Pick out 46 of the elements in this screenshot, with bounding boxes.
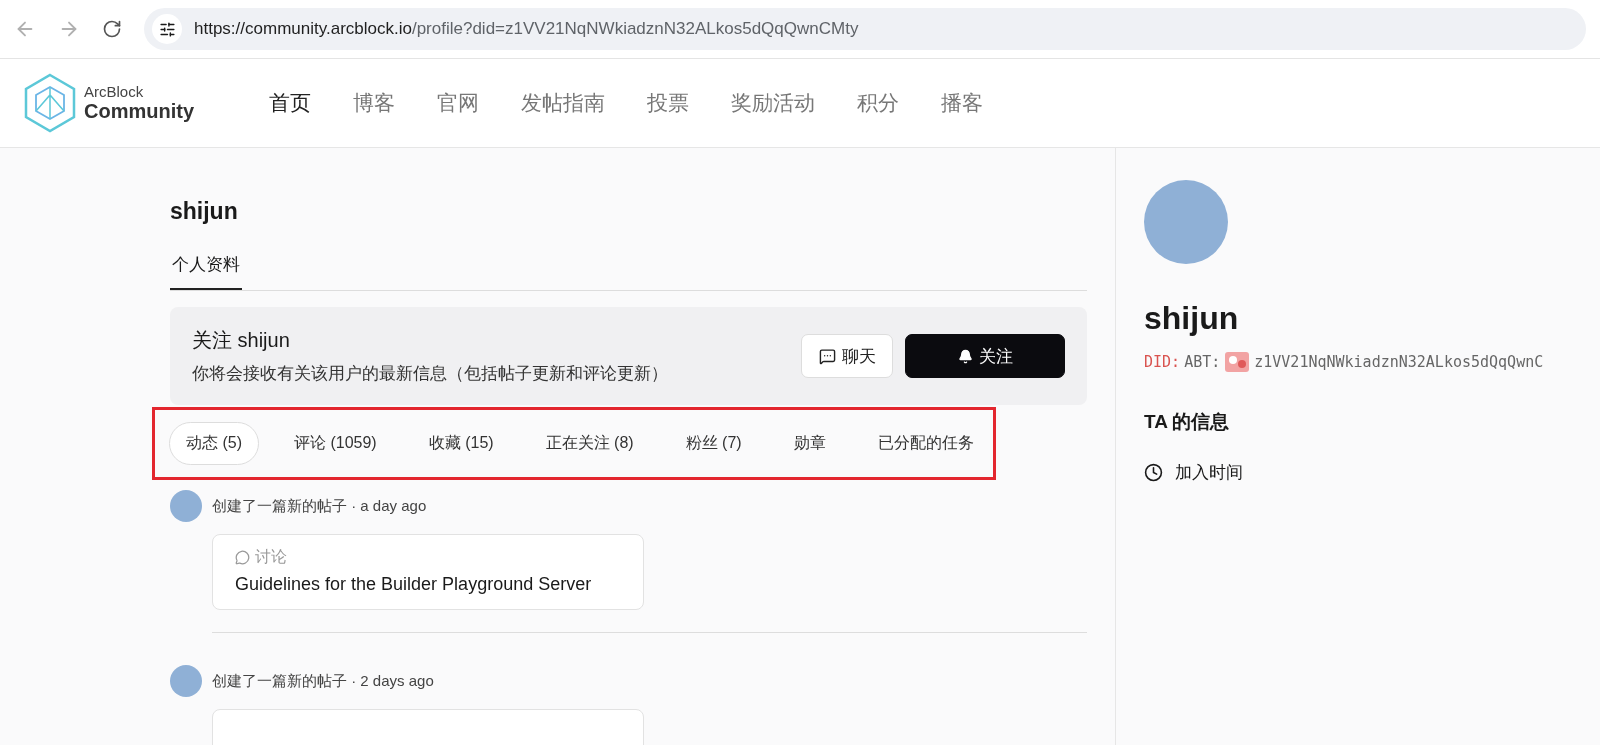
activity-tab[interactable]: 动态 (5) [169, 422, 259, 465]
reload-icon[interactable] [102, 19, 122, 39]
activity-tab[interactable]: 评论 (1059) [277, 422, 394, 465]
did-address: z1VV21NqNWkiadznN32ALkos5dQqQwnC [1254, 353, 1544, 371]
post-card[interactable]: 讨论 Guidelines for the Builder Playground Server [212, 534, 644, 610]
nav-link[interactable]: 积分 [857, 89, 899, 117]
post-title: Guidelines for the Builder Playground Server [235, 574, 593, 595]
post-tag: 讨论 [235, 547, 621, 568]
url-text: https://community.arcblock.io/profile?did=z1VV21NqNWkiadznN32ALkos5dQqQwnCMty [194, 19, 859, 39]
activity-tab[interactable]: 收藏 (15) [411, 422, 511, 465]
info-title: TA 的信息 [1144, 410, 1231, 434]
avatar [170, 490, 202, 522]
logo-text: Community [84, 100, 194, 123]
follow-description: 你将会接收有关该用户的最新信息（包括帖子更新和评论更新） [192, 363, 668, 385]
did-prefix: DID: [1144, 353, 1181, 371]
avatar [170, 665, 202, 697]
nav-link[interactable]: 博客 [353, 89, 395, 117]
address-bar[interactable]: https://community.arcblock.io/profile?did=z1VV21NqNWkiadznN32ALkos5dQqQwnCMty [144, 8, 1586, 50]
comment-icon [235, 550, 250, 565]
follow-title: 关注 shijun [192, 328, 291, 353]
clock-icon [1144, 463, 1163, 482]
logo-text: ArcBlock [84, 83, 145, 101]
activity-tab[interactable]: 粉丝 (7) [668, 422, 759, 465]
nav-link[interactable]: 播客 [941, 89, 983, 117]
follow-button[interactable]: 关注 [905, 334, 1065, 378]
site-settings-icon[interactable] [152, 14, 182, 44]
profile-tab[interactable]: 个人资料 [170, 247, 242, 290]
nav-link[interactable]: 奖励活动 [731, 89, 815, 117]
activity-text: 创建了一篇新的帖子 · 2 days ago [212, 671, 434, 691]
activity-text: 创建了一篇新的帖子 · a day ago [212, 496, 427, 516]
profile-name: shijun [170, 198, 239, 225]
nav-link[interactable]: 投票 [647, 89, 689, 117]
nav-link[interactable]: 官网 [437, 89, 479, 117]
did-method: ABT: [1184, 353, 1221, 371]
bell-icon [957, 348, 973, 364]
chat-icon [818, 347, 836, 365]
info-label: 加入时间 [1175, 462, 1243, 484]
activity-tab[interactable]: 正在关注 (8) [528, 422, 651, 465]
did-avatar-icon [1224, 351, 1251, 373]
logo-icon [24, 73, 76, 133]
sidebar-name: shijun [1144, 300, 1240, 337]
activity-tab[interactable]: 已分配的任务 [860, 422, 991, 465]
activity-tab[interactable]: 勋章 [776, 422, 843, 465]
nav-link[interactable]: 发帖指南 [521, 89, 605, 117]
nav-link[interactable]: 首页 [269, 89, 311, 117]
chat-button[interactable]: 聊天 [801, 334, 893, 378]
